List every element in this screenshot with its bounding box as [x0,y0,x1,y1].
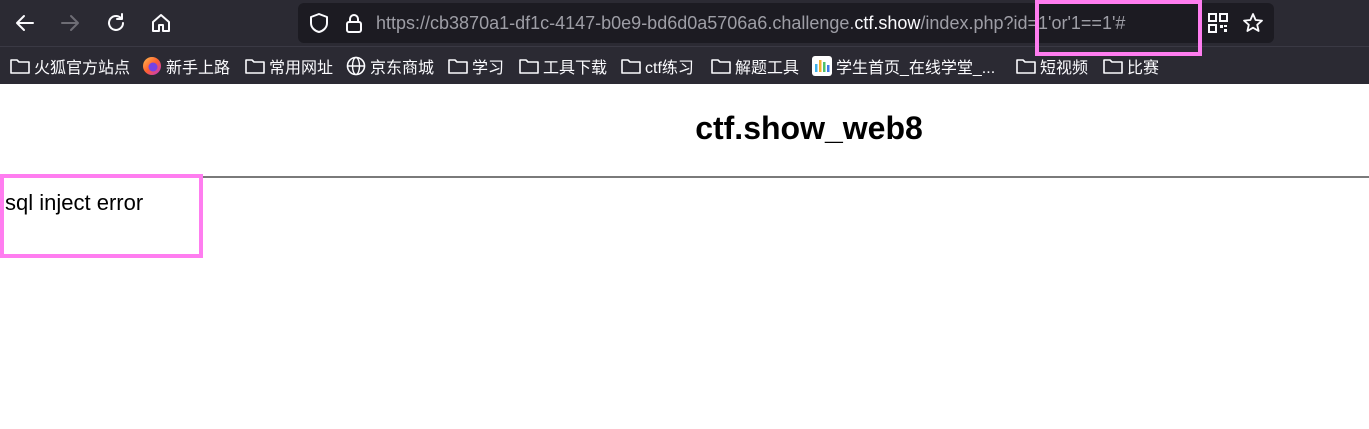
bookmark-item-4[interactable]: 京东商城 [346,47,434,85]
bookmark-folder-3[interactable]: 常用网址 [245,47,333,85]
error-message-highlight-box [0,174,203,258]
folder-icon [245,59,265,74]
folder-icon [519,59,539,74]
firefox-icon [143,57,161,75]
bookmark-star-button[interactable] [1237,8,1269,38]
bookmark-folder-6[interactable]: 工具下载 [519,47,607,85]
bookmark-item-2[interactable]: 新手上路 [142,47,230,85]
url-text[interactable]: https://cb3870a1-df1c-4147-b0e9-bd6d0a57… [376,3,1125,43]
forward-arrow-icon [61,15,79,31]
bookmark-folder-1[interactable]: 火狐官方站点 [10,47,130,85]
site-icon [812,56,832,76]
home-icon [152,14,170,32]
back-arrow-icon [16,15,34,31]
bookmark-folder-5[interactable]: 学习 [448,47,504,85]
lock-icon[interactable] [344,12,364,34]
bookmark-label: 火狐官方站点 [34,60,131,77]
url-host: ctf.show [854,13,921,33]
folder-icon [711,59,731,74]
back-button[interactable] [9,8,41,38]
bookmark-label: 比赛 [1127,60,1160,77]
horizontal-rule [0,176,1369,178]
qr-code-icon [1208,13,1228,33]
globe-icon [346,56,366,76]
forward-button[interactable] [54,8,86,38]
star-icon [1243,13,1263,32]
url-prefix: https://cb3870a1-df1c-4147-b0e9-bd6d0a57… [376,13,855,33]
bookmark-label: 学生首页_在线学堂_... [836,60,996,77]
bookmark-label: 常用网址 [269,60,334,77]
bookmark-folder-7[interactable]: ctf练习 [621,47,694,85]
url-query-highlight-box [1035,0,1202,56]
folder-icon [1103,59,1123,74]
reload-icon [108,13,124,31]
bookmark-label: 短视频 [1040,60,1089,77]
bookmark-folder-8[interactable]: 解题工具 [711,47,799,85]
folder-icon [1016,59,1036,74]
folder-icon [10,59,30,74]
bookmark-label: 工具下载 [543,60,608,77]
bookmark-label: ctf练习 [645,60,694,77]
home-button[interactable] [145,8,177,38]
reload-button[interactable] [100,8,132,38]
shield-icon[interactable] [308,12,330,34]
qr-code-button[interactable] [1202,8,1234,38]
folder-icon [621,59,641,74]
bookmark-label: 学习 [472,60,505,77]
folder-icon [448,59,468,74]
bookmark-label: 京东商城 [370,60,435,77]
bookmark-label: 新手上路 [166,60,231,77]
page-title: ctf.show_web8 [695,110,923,146]
bookmark-item-9[interactable]: 学生首页_在线学堂_... [812,47,995,85]
bookmark-label: 解题工具 [735,60,800,77]
